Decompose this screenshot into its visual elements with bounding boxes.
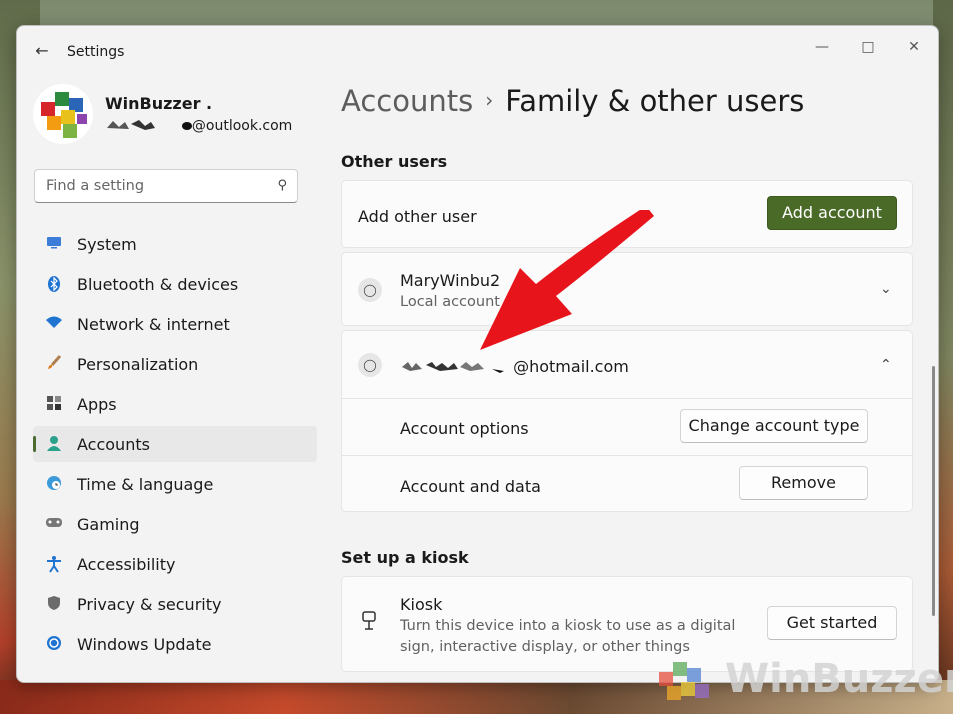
chevron-right-icon: › <box>485 88 494 112</box>
clock-globe-icon <box>45 475 63 493</box>
apps-icon <box>45 395 63 413</box>
kiosk-icon <box>360 611 378 630</box>
brush-icon <box>45 355 63 373</box>
page-title: Family & other users <box>505 84 805 118</box>
section-title-kiosk: Set up a kiosk <box>341 548 469 567</box>
account-options-label: Account options <box>400 419 529 438</box>
remove-button[interactable]: Remove <box>739 466 868 500</box>
gamepad-icon <box>45 515 63 533</box>
person-icon <box>45 435 63 453</box>
sidebar-item-label: Apps <box>77 395 117 414</box>
window-title: Settings <box>67 44 125 60</box>
avatar <box>33 84 93 144</box>
annotation-arrow-icon <box>480 210 654 350</box>
kiosk-name: Kiosk <box>400 595 443 614</box>
back-arrow-icon[interactable]: ← <box>31 40 53 62</box>
profile-name: WinBuzzer . <box>105 94 213 113</box>
user-avatar-icon: ◯ <box>358 278 382 302</box>
sidebar-item-network[interactable]: Network & internet <box>33 306 317 342</box>
wifi-icon <box>45 315 63 333</box>
sidebar-item-time-language[interactable]: Time & language <box>33 466 317 502</box>
redacted-text-icon <box>107 120 155 130</box>
sidebar-item-label: Network & internet <box>77 315 230 334</box>
sidebar-item-label: Accounts <box>77 435 150 454</box>
redacted-text-icon <box>181 122 192 130</box>
sidebar-item-accessibility[interactable]: Accessibility <box>33 546 317 582</box>
kiosk-description-line1: Turn this device into a kiosk to use as … <box>400 618 736 634</box>
sidebar-item-gaming[interactable]: Gaming <box>33 506 317 542</box>
search-box[interactable]: ⚲ <box>34 169 298 203</box>
sidebar-item-personalization[interactable]: Personalization <box>33 346 317 382</box>
sidebar-item-label: Time & language <box>77 475 214 494</box>
title-bar: ← Settings — □ ✕ <box>17 26 938 78</box>
winbuzzer-logo-icon <box>659 662 709 700</box>
shield-icon <box>45 595 63 613</box>
update-icon <box>45 635 63 653</box>
minimize-button[interactable]: — <box>799 32 845 62</box>
watermark-text: WinBuzzer <box>725 656 953 702</box>
sidebar-item-accounts[interactable]: Accounts <box>33 426 317 462</box>
sidebar-item-privacy[interactable]: Privacy & security <box>33 586 317 622</box>
get-started-button[interactable]: Get started <box>767 606 897 640</box>
accessibility-icon <box>45 555 63 573</box>
sidebar-item-label: Bluetooth & devices <box>77 275 239 294</box>
sidebar-item-apps[interactable]: Apps <box>33 386 317 422</box>
divider <box>342 455 912 456</box>
sidebar-nav: System Bluetooth & devices Network & int… <box>33 226 317 666</box>
chevron-down-icon[interactable]: ⌄ <box>880 281 892 297</box>
sidebar-item-label: Accessibility <box>77 555 176 574</box>
sidebar-item-label: Gaming <box>77 515 140 534</box>
sidebar-item-windows-update[interactable]: Windows Update <box>33 626 317 662</box>
sidebar-item-label: System <box>77 235 137 254</box>
redacted-text-icon <box>402 362 504 373</box>
user-profile[interactable]: WinBuzzer . @outlook.com <box>33 84 313 146</box>
breadcrumb: Accounts › Family & other users <box>341 84 804 118</box>
add-account-button[interactable]: Add account <box>767 196 897 230</box>
user-avatar-icon: ◯ <box>358 353 382 377</box>
sidebar-item-system[interactable]: System <box>33 226 317 262</box>
sidebar-item-bluetooth[interactable]: Bluetooth & devices <box>33 266 317 302</box>
winbuzzer-watermark: WinBuzzer <box>653 654 953 710</box>
sidebar-item-label: Windows Update <box>77 635 212 654</box>
account-and-data-label: Account and data <box>400 477 541 496</box>
search-input[interactable] <box>44 177 268 195</box>
breadcrumb-parent[interactable]: Accounts <box>341 84 473 118</box>
divider <box>342 398 912 399</box>
monitor-icon <box>45 235 63 253</box>
change-account-type-button[interactable]: Change account type <box>680 409 868 443</box>
profile-email: @outlook.com <box>105 118 292 134</box>
chevron-up-icon[interactable]: ⌃ <box>880 357 892 373</box>
kiosk-description-line2: sign, interactive display, or other thin… <box>400 639 690 655</box>
maximize-button[interactable]: □ <box>845 32 891 62</box>
add-other-user-label: Add other user <box>358 207 477 226</box>
search-icon[interactable]: ⚲ <box>277 178 287 193</box>
section-title-other-users: Other users <box>341 152 448 171</box>
scrollbar[interactable] <box>932 366 935 616</box>
sidebar-item-label: Privacy & security <box>77 595 222 614</box>
close-button[interactable]: ✕ <box>891 32 937 62</box>
sidebar-item-label: Personalization <box>77 355 199 374</box>
bluetooth-icon <box>45 275 63 293</box>
